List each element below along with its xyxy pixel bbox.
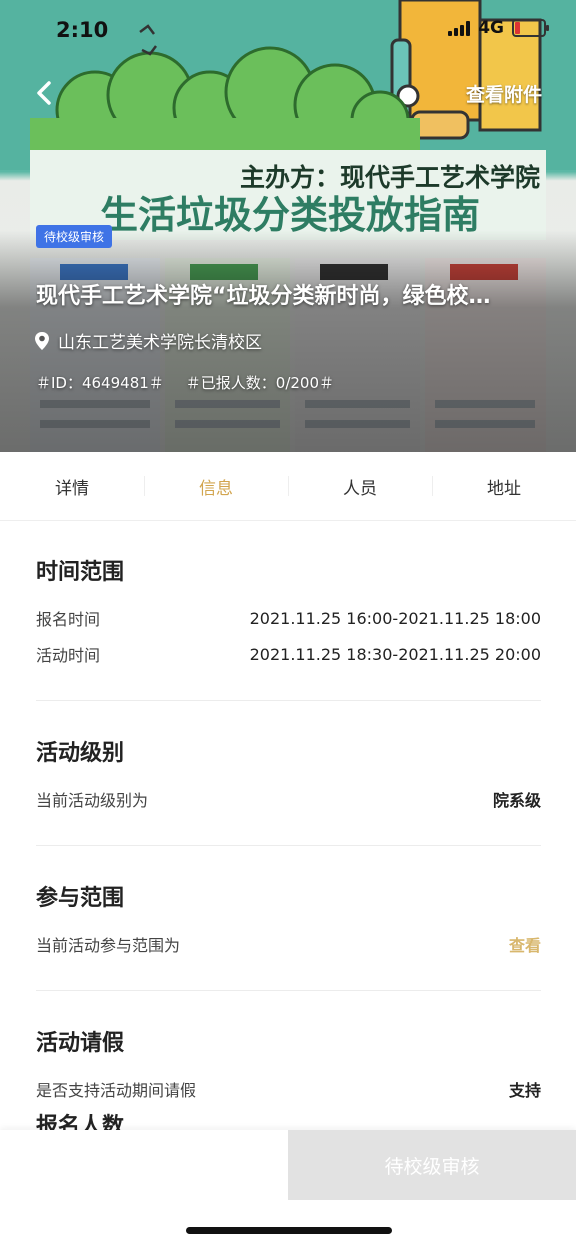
row-label: 当前活动参与范围为 <box>36 936 181 955</box>
section-title: 活动级别 <box>36 741 125 766</box>
activity-time-value: 2021.11.25 18:30-2021.11.25 20:00 <box>249 644 541 664</box>
scope-view-link[interactable]: 查看 <box>509 932 541 956</box>
activity-id: ＃ID：4649481＃ <box>36 374 164 392</box>
tab-details[interactable]: 详情 <box>0 452 144 520</box>
signup-time-value: 2021.11.25 16:00-2021.11.25 18:00 <box>249 608 541 628</box>
tab-people[interactable]: 人员 <box>288 452 432 520</box>
activity-meta: ＃ID：4649481＃ ＃已报人数：0/200＃ <box>36 372 334 393</box>
row-label: 是否支持活动期间请假 <box>36 1081 197 1100</box>
status-badge: 待校级审核 <box>36 225 113 248</box>
location-pin-icon <box>35 331 49 350</box>
location-text: 山东工艺美术学院长清校区 <box>58 333 262 353</box>
section-title: 活动请假 <box>36 1031 125 1056</box>
status-indicators: 4G <box>448 18 549 38</box>
view-attachment-link[interactable]: 查看附件 <box>466 80 542 107</box>
status-time: 2:10 <box>56 18 109 42</box>
level-section: 活动级别 当前活动级别为 院系级 <box>36 701 541 846</box>
row-label: 当前活动级别为 <box>36 791 149 810</box>
home-indicator[interactable] <box>186 1227 392 1234</box>
row-label: 报名时间 <box>36 610 101 629</box>
section-title: 时间范围 <box>36 560 125 585</box>
bottom-left-area <box>0 1130 288 1200</box>
poster-organizer: 主办方：现代手工艺术学院 <box>240 163 540 192</box>
back-arrow-icon[interactable] <box>30 78 60 108</box>
enroll-count: ＃已报人数：0/200＃ <box>185 374 335 392</box>
hero-banner: 主办方：现代手工艺术学院 生活垃圾分类投放指南 2:10 4G 查看附件 待校级… <box>0 0 576 452</box>
scope-section: 参与范围 当前活动参与范围为 查看 <box>36 846 541 991</box>
signup-time-row: 报名时间 2021.11.25 16:00-2021.11.25 18:00 <box>36 600 541 636</box>
level-value: 院系级 <box>492 791 541 810</box>
scope-row: 当前活动参与范围为 查看 <box>36 926 541 962</box>
tab-bar: 详情 信息 人员 地址 <box>0 452 576 521</box>
activity-time-row: 活动时间 2021.11.25 18:30-2021.11.25 20:00 <box>36 636 541 672</box>
row-label: 活动时间 <box>36 646 101 665</box>
info-content: 时间范围 报名时间 2021.11.25 16:00-2021.11.25 18… <box>36 520 541 1136</box>
tab-info[interactable]: 信息 <box>144 452 288 520</box>
signal-icon <box>448 20 471 36</box>
tab-address[interactable]: 地址 <box>432 452 576 520</box>
time-range-section: 时间范围 报名时间 2021.11.25 16:00-2021.11.25 18… <box>36 520 541 701</box>
activity-location: 山东工艺美术学院长清校区 <box>34 328 262 353</box>
leave-row: 是否支持活动期间请假 支持 <box>36 1071 541 1107</box>
bottom-action-bar: 待校级审核 <box>0 1130 576 1200</box>
network-type: 4G <box>478 18 504 38</box>
leave-value: 支持 <box>508 1081 541 1100</box>
section-title: 参与范围 <box>36 886 125 911</box>
battery-icon <box>512 19 549 37</box>
level-row: 当前活动级别为 院系级 <box>36 781 541 817</box>
activity-title: 现代手工艺术学院“垃圾分类新时尚，绿色校… <box>36 284 491 309</box>
pending-review-button[interactable]: 待校级审核 <box>288 1130 576 1200</box>
